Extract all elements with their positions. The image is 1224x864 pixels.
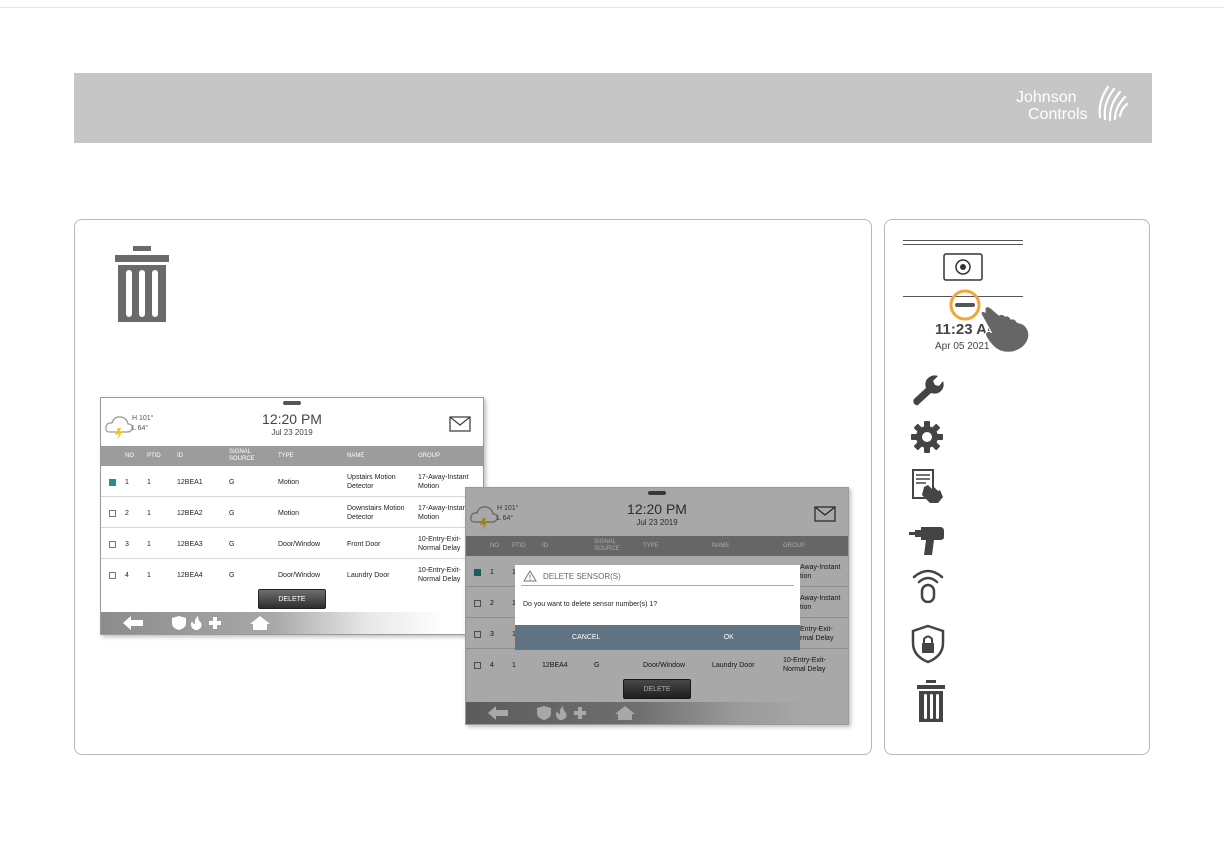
gear-icon[interactable] (908, 419, 946, 455)
cell-id: 12BEA3 (177, 540, 203, 548)
table-header: NO PTID ID SIGNAL SOURCE TYPE NAME GROUP (101, 446, 483, 466)
back-arrow-icon[interactable] (121, 615, 145, 631)
cell-id: 12BEA1 (177, 478, 203, 486)
dialog-title-text: DELETE SENSOR(S) (543, 571, 621, 581)
col-id: ID (177, 452, 183, 459)
cell-name: Laundry Door (347, 571, 390, 579)
hand-pointer-icon (980, 305, 1030, 353)
johnson-controls-logo: Johnson Controls (1016, 81, 1136, 137)
delete-button[interactable]: DELETE (258, 589, 326, 609)
col-ptid: PTID (147, 452, 161, 459)
cell-type: Motion (278, 509, 300, 517)
col-group: GROUP (418, 452, 441, 459)
cell-type: Motion (278, 478, 300, 486)
logo-line-2: Controls (1028, 106, 1088, 123)
camera-button-icon[interactable] (943, 253, 983, 281)
cell-name: Front Door (347, 540, 381, 548)
row-checkbox[interactable] (109, 540, 116, 548)
col-signal-source: SIGNAL SOURCE (229, 449, 255, 462)
dialog-title: DELETE SENSOR(S) (523, 568, 621, 584)
cell-ptid: 1 (147, 509, 151, 517)
cancel-button[interactable]: CANCEL (515, 625, 658, 650)
table-row[interactable]: 2 1 12BEA2 G Motion Downstairs Motion De… (101, 498, 483, 528)
top-line-2 (903, 244, 1023, 245)
wireless-sensor-icon[interactable] (908, 567, 948, 603)
pull-down-handle[interactable] (283, 401, 301, 405)
cell-id: 12BEA2 (177, 509, 203, 517)
main-panel: H 101° L 64° 12:20 PM Jul 23 2019 NO PTI… (74, 219, 872, 755)
emergency-icons[interactable] (171, 615, 221, 631)
sensor-list-screen: H 101° L 64° 12:20 PM Jul 23 2019 NO PTI… (100, 397, 484, 635)
table-row[interactable]: 1 1 12BEA1 G Motion Upstairs Motion Dete… (101, 467, 483, 497)
cell-no: 3 (125, 540, 129, 548)
cell-type: Door/Window (278, 540, 321, 548)
cell-type: Door/Window (278, 571, 321, 579)
col-no: NO (125, 452, 134, 459)
logo-line-1: Johnson (1016, 89, 1077, 106)
drill-icon[interactable] (908, 523, 948, 557)
cell-ptid: 1 (147, 571, 151, 579)
header-bar: Johnson Controls (74, 73, 1152, 143)
row-checkbox[interactable] (109, 571, 116, 579)
cell-ptid: 1 (147, 478, 151, 486)
side-panel: 11:23 AM Apr 05 2021 (884, 219, 1150, 755)
wrench-icon[interactable] (908, 372, 946, 408)
ok-button[interactable]: OK (658, 625, 801, 650)
dialog-buttons: CANCEL OK (515, 625, 800, 650)
cell-source: G (229, 571, 235, 579)
col-name: NAME (347, 452, 365, 459)
row-checkbox[interactable] (109, 478, 116, 486)
cell-source: G (229, 509, 235, 517)
cell-name: Downstairs Motion Detector (347, 505, 405, 521)
cell-source: G (229, 540, 235, 548)
bottom-nav (101, 612, 483, 634)
home-icon[interactable] (249, 615, 271, 631)
table-row[interactable]: 3 1 12BEA3 G Door/Window Front Door 10-E… (101, 529, 483, 559)
cell-no: 2 (125, 509, 129, 517)
cell-no: 4 (125, 571, 129, 579)
delete-sensor-dialog: DELETE SENSOR(S) Do you want to delete s… (515, 565, 800, 650)
warning-icon (523, 570, 537, 582)
dialog-divider (521, 585, 794, 586)
cell-ptid: 1 (147, 540, 151, 548)
top-divider (0, 0, 1224, 8)
col-type: TYPE (278, 452, 294, 459)
clock-date: Jul 23 2019 (271, 428, 313, 437)
cell-id: 12BEA4 (177, 571, 203, 579)
cell-source: G (229, 478, 235, 486)
security-shield-icon[interactable] (908, 624, 948, 664)
mail-icon[interactable] (449, 416, 471, 432)
table-row[interactable]: 4 1 12BEA4 G Door/Window Laundry Door 10… (101, 560, 483, 590)
dialog-message: Do you want to delete sensor number(s) 1… (523, 601, 658, 608)
delete-confirm-screen: H 101° L 64° 12:20 PM Jul 23 2019 NO PTI… (465, 487, 849, 725)
logo-mark-icon (1098, 85, 1129, 122)
trash-icon (115, 246, 169, 322)
touch-panel-icon[interactable] (908, 467, 946, 505)
trash-icon[interactable] (915, 679, 947, 723)
top-line-1 (903, 240, 1023, 241)
row-checkbox[interactable] (109, 509, 116, 517)
cell-no: 1 (125, 478, 129, 486)
cell-name: Upstairs Motion Detector (347, 474, 396, 490)
clock-time: 12:20 PM (262, 411, 322, 427)
clock: 12:20 PM Jul 23 2019 (101, 411, 483, 437)
